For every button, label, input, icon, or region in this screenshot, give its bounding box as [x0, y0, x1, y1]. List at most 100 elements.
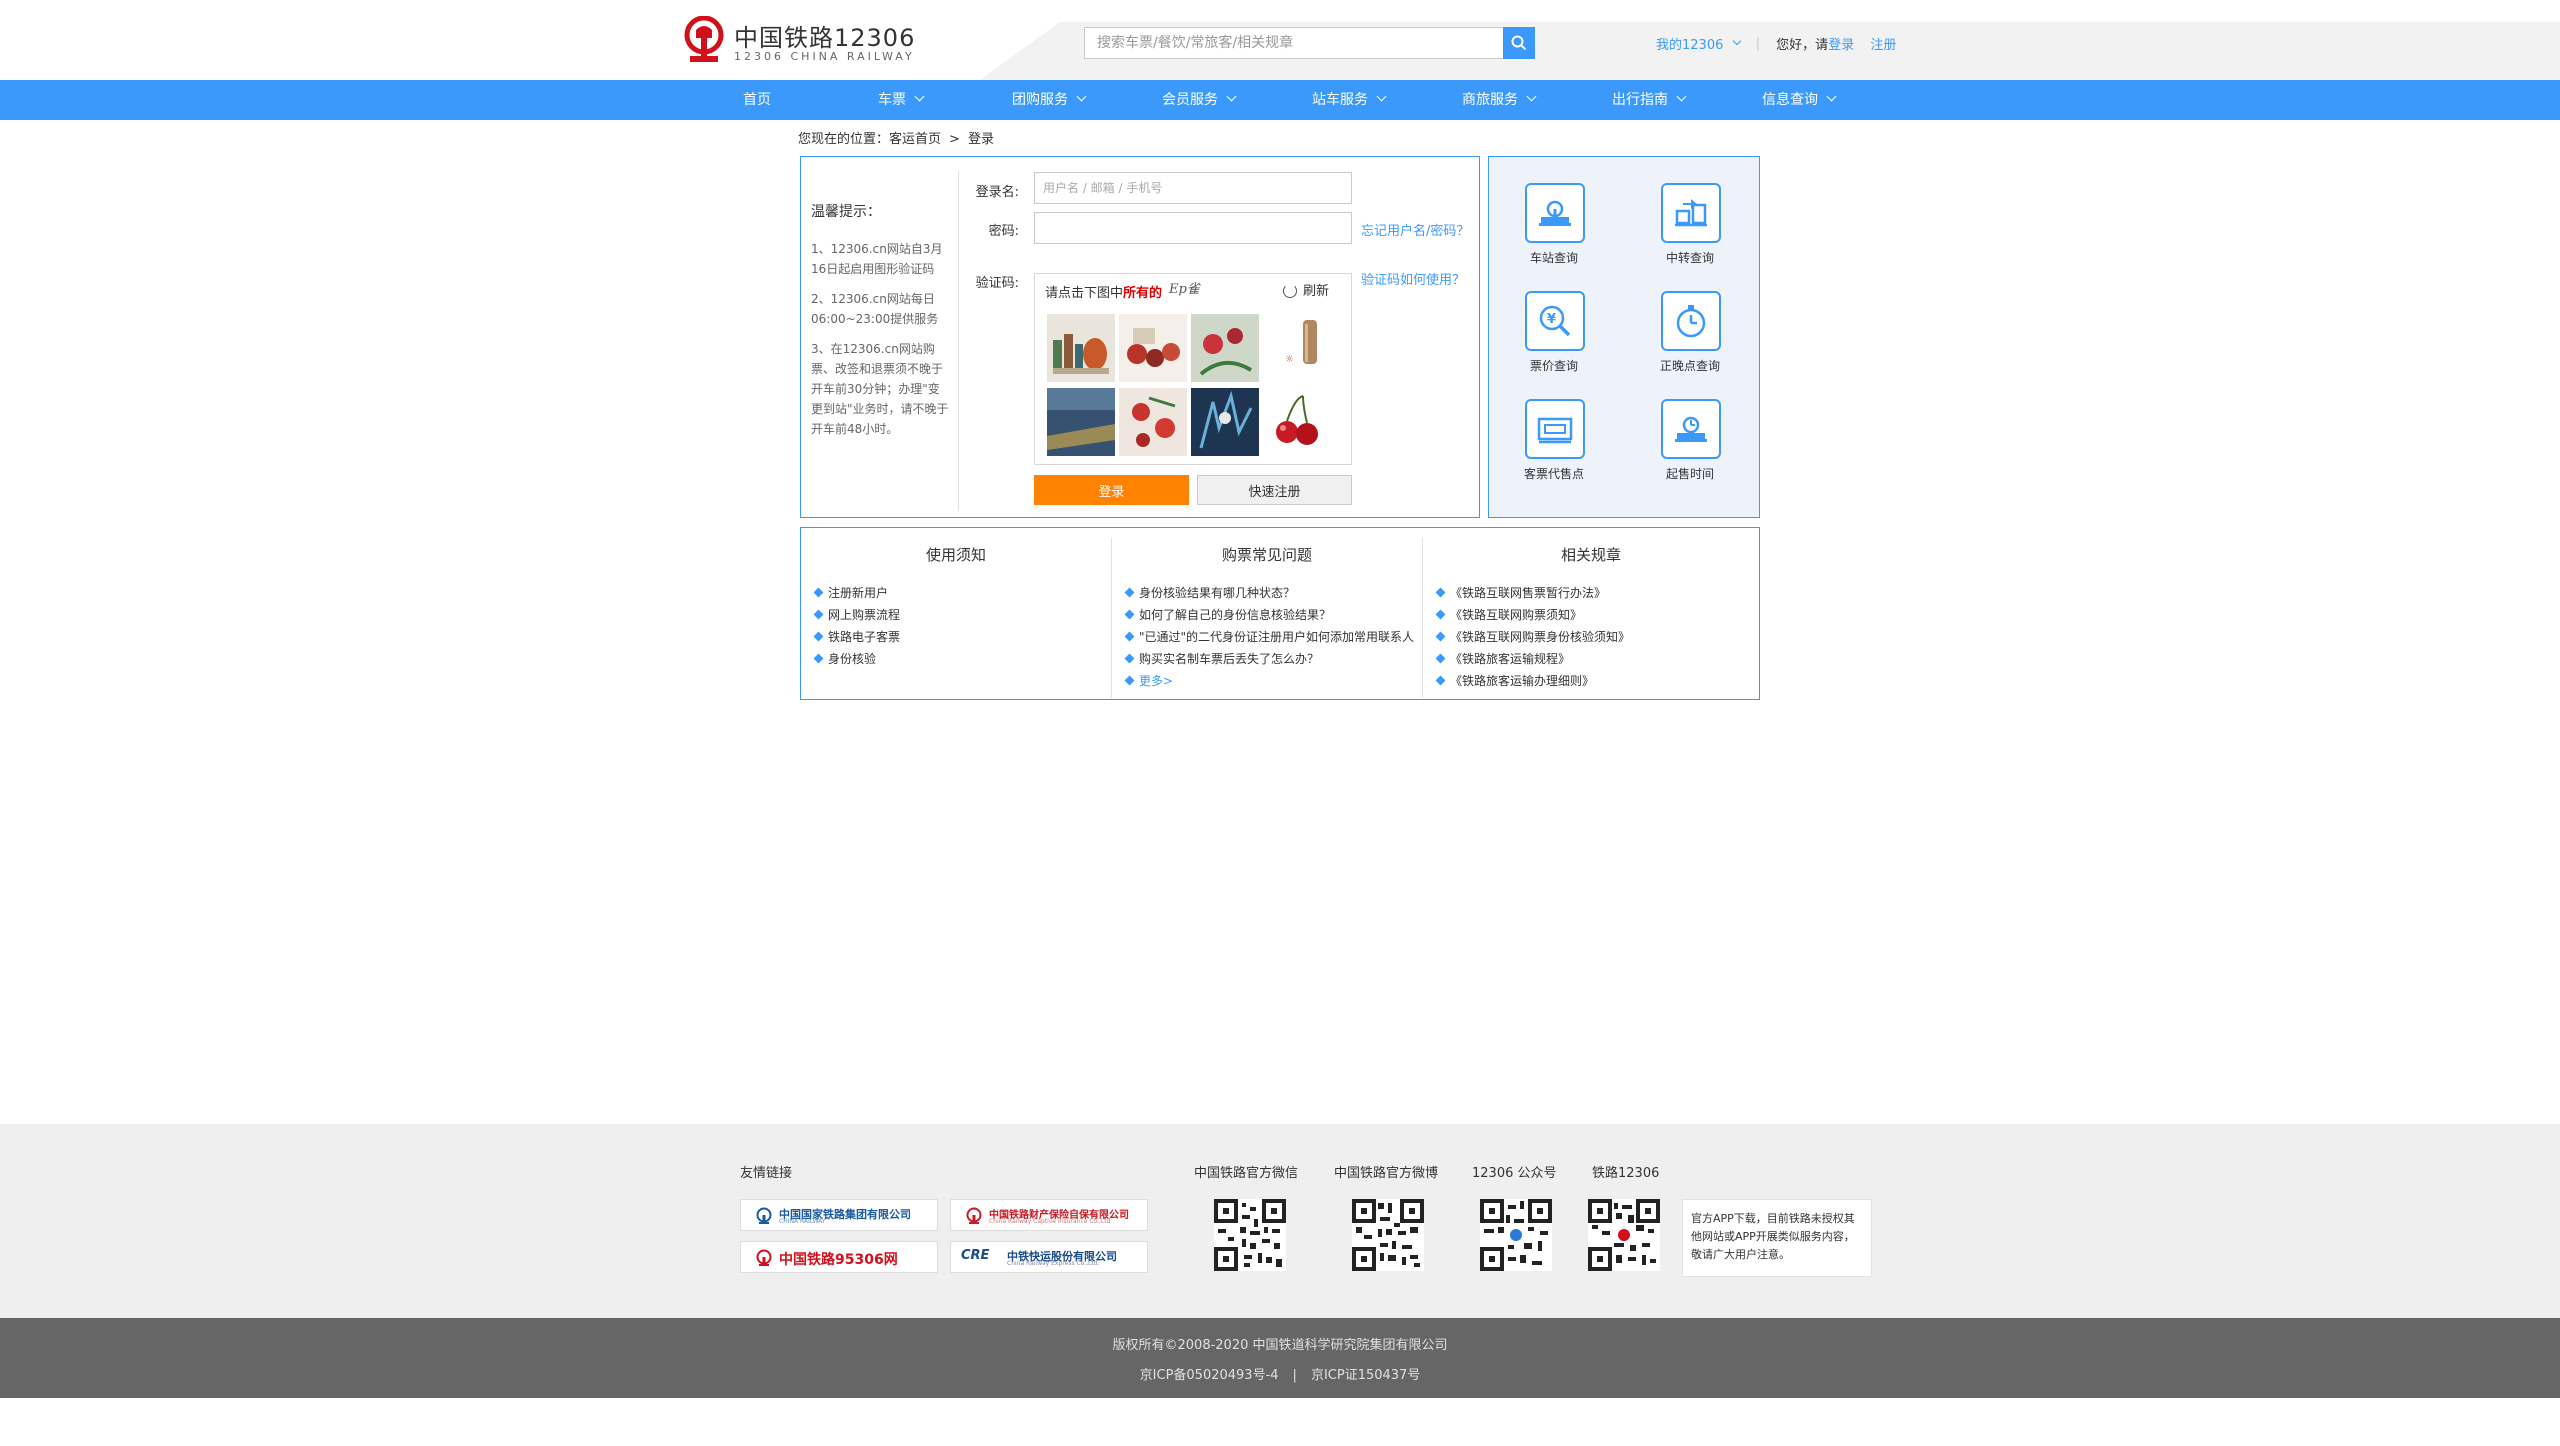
list-item[interactable]: 如何了解自己的身份信息核验结果？ — [1124, 604, 1414, 626]
login-button[interactable]: 登录 — [1034, 475, 1189, 505]
captcha-header: 请点击下图中所有的 Ep雀 刷新 — [1035, 274, 1351, 304]
chevron-down-icon — [1676, 91, 1687, 102]
diamond-bullet-icon — [813, 587, 824, 598]
list-item[interactable]: 《铁路旅客运输办理细则》 — [1435, 670, 1630, 692]
list-item[interactable]: 注册新用户 — [813, 582, 900, 604]
service-label: 正晚点查询 — [1659, 359, 1720, 373]
list-item[interactable]: 购买实名制车票后丢失了怎么办？ — [1124, 648, 1414, 670]
icp-record[interactable]: 京ICP备05020493号-4 — [1140, 1368, 1279, 1383]
captcha-image-2[interactable] — [1119, 314, 1187, 382]
nav-travel-guide[interactable]: 出行指南 — [1612, 80, 1687, 120]
list-item[interactable]: 身份核验 — [813, 648, 900, 670]
rules-title: 相关规章 — [1560, 546, 1621, 564]
search-input[interactable] — [1085, 28, 1503, 58]
chevron-down-icon — [1526, 91, 1537, 102]
diamond-bullet-icon — [1435, 587, 1446, 598]
friend-links-title: 友情链接 — [740, 1166, 793, 1181]
search-box — [1084, 27, 1504, 59]
nav-info-query[interactable]: 信息查询 — [1762, 80, 1837, 120]
quick-services-panel: 车站查询 中转查询 ¥ 票价查询 正晚点查询 客票代售点 起售时间 — [1488, 156, 1760, 518]
chevron-down-icon[interactable] — [1732, 36, 1741, 45]
logo-subtitle: 12306 CHINA RAILWAY — [734, 50, 915, 63]
friend-link-china-railway[interactable]: 中国国家铁路集团有限公司 CHINA RAILWAY — [740, 1199, 938, 1231]
service-transfer-query[interactable]: 中转查询 — [1625, 157, 1735, 265]
faq-column: 购票常见问题 身份核验结果有哪几种状态？ 如何了解自己的身份信息核验结果？ "已… — [1112, 528, 1422, 701]
login-link[interactable]: 登录 — [1828, 34, 1854, 53]
captcha-help-link[interactable]: 验证码如何使用？ — [1361, 269, 1465, 288]
list-item-text: 《铁路互联网购票须知》 — [1450, 608, 1583, 622]
nav-tickets[interactable]: 车票 — [878, 80, 925, 120]
list-item[interactable]: 铁路电子客票 — [813, 626, 900, 648]
diamond-bullet-icon — [1435, 631, 1446, 642]
station-icon — [1525, 183, 1585, 243]
list-item[interactable]: 《铁路旅客运输规程》 — [1435, 648, 1630, 670]
list-item[interactable]: 《铁路互联网购票身份核验须知》 — [1435, 626, 1630, 648]
forgot-password-link[interactable]: 忘记用户名/密码？ — [1361, 220, 1469, 239]
copyright-text: 版权所有©2008-2020 中国铁道科学研究院集团有限公司 — [1112, 1338, 1448, 1353]
service-ticket-agent[interactable]: 客票代售点 — [1489, 373, 1599, 481]
list-item[interactable]: "已通过"的二代身份证注册用户如何添加常用联系人 — [1124, 626, 1415, 648]
register-link[interactable]: 注册 — [1870, 34, 1896, 53]
nav-label: 站车服务 — [1312, 92, 1368, 108]
service-price-query[interactable]: ¥ 票价查询 — [1489, 265, 1599, 373]
tip-item: 1、12306.cn网站自3月16日起启用图形验证码 — [811, 242, 943, 276]
search-button[interactable] — [1503, 27, 1535, 59]
captcha-refresh-button[interactable]: 刷新 — [1283, 280, 1329, 299]
weibo-qr-code — [1352, 1199, 1424, 1271]
captcha-image-6[interactable] — [1119, 388, 1187, 456]
diamond-bullet-icon — [1435, 609, 1446, 620]
friend-link-subtitle: China Railway Express Co.,Ltd. — [1007, 1260, 1100, 1267]
quick-register-button[interactable]: 快速注册 — [1197, 475, 1352, 505]
notice-panel: 使用须知 注册新用户 网上购票流程 铁路电子客票 身份核验 购票常见问题 身份核… — [800, 527, 1760, 700]
usage-notes-title: 使用须知 — [925, 546, 986, 564]
service-station-query[interactable]: 车站查询 — [1489, 157, 1599, 265]
list-item[interactable]: 网上购票流程 — [813, 604, 900, 626]
list-item[interactable]: 身份核验结果有哪几种状态？ — [1124, 582, 1414, 604]
icp-info: 京ICP备05020493号-4 | 京ICP证150437号 — [0, 1364, 2560, 1383]
friend-link-railway-insurance[interactable]: 中国铁路财产保险自保有限公司 China Railway Captive Ins… — [950, 1199, 1148, 1231]
diamond-bullet-icon — [813, 609, 824, 620]
price-icon: ¥ — [1525, 291, 1585, 351]
captcha-image-1[interactable] — [1047, 314, 1115, 382]
username-label: 登录名: — [975, 185, 1019, 200]
nav-label: 出行指南 — [1612, 92, 1668, 108]
list-item[interactable]: 《铁路互联网购票须知》 — [1435, 604, 1630, 626]
usage-notes-list: 注册新用户 网上购票流程 铁路电子客票 身份核验 — [813, 582, 900, 670]
svg-text:☼: ☼ — [1285, 354, 1294, 365]
password-input[interactable] — [1034, 212, 1352, 244]
nav-business-travel[interactable]: 商旅服务 — [1462, 80, 1537, 120]
username-input[interactable] — [1034, 172, 1352, 204]
more-link[interactable]: 更多> — [1124, 670, 1414, 692]
captcha-image-5[interactable] — [1047, 388, 1115, 456]
my12306-link[interactable]: 我的12306 — [1656, 34, 1723, 53]
logo[interactable]: 中国铁路12306 12306 CHINA RAILWAY — [682, 16, 922, 66]
captcha-image-3[interactable] — [1191, 314, 1259, 382]
list-item[interactable]: 《铁路互联网售票暂行办法》 — [1435, 582, 1630, 604]
service-label: 起售时间 — [1665, 467, 1714, 481]
refresh-icon — [1283, 283, 1297, 298]
more-link-text: 更多> — [1139, 674, 1174, 688]
list-item-text: 购买实名制车票后丢失了怎么办？ — [1139, 652, 1320, 666]
chevron-down-icon — [1376, 91, 1387, 102]
list-item-text: "已通过"的二代身份证注册用户如何添加常用联系人 — [1139, 630, 1415, 644]
icp-license[interactable]: 京ICP证150437号 — [1311, 1368, 1420, 1383]
friend-link-cre-express[interactable]: CRE 中铁快运股份有限公司 China Railway Express Co.… — [950, 1241, 1148, 1273]
svg-text:¥: ¥ — [1547, 312, 1556, 327]
captcha-image-4[interactable]: ☼ — [1263, 314, 1331, 382]
nav-group-service[interactable]: 团购服务 — [1012, 80, 1087, 120]
friend-link-95306[interactable]: 中国铁路95306网 — [740, 1241, 938, 1273]
captcha-image-7[interactable] — [1191, 388, 1259, 456]
service-delay-query[interactable]: 正晚点查询 — [1625, 265, 1735, 373]
nav-station-service[interactable]: 站车服务 — [1312, 80, 1387, 120]
captcha-image-8[interactable] — [1263, 388, 1331, 456]
diamond-bullet-icon — [1124, 653, 1135, 664]
nav-member-service[interactable]: 会员服务 — [1162, 80, 1237, 120]
password-label: 密码: — [988, 224, 1019, 239]
service-sale-time[interactable]: 起售时间 — [1625, 373, 1735, 481]
diamond-bullet-icon — [1124, 609, 1135, 620]
breadcrumb-home[interactable]: 客运首页 — [889, 132, 941, 147]
sale-time-icon — [1661, 399, 1721, 459]
qr-title-wechat: 中国铁路官方微信 — [1194, 1166, 1299, 1181]
transfer-icon — [1661, 183, 1721, 243]
nav-home[interactable]: 首页 — [743, 80, 771, 120]
